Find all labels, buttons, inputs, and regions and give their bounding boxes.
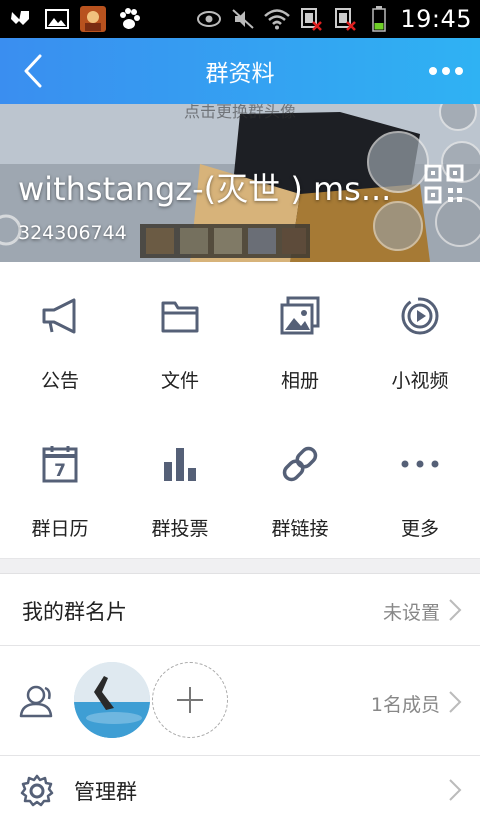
more-options-button[interactable] bbox=[418, 46, 474, 96]
my-group-card-label: 我的群名片 bbox=[22, 600, 127, 624]
group-link-button[interactable]: 群链接 bbox=[240, 410, 360, 558]
member-avatar[interactable] bbox=[74, 662, 150, 738]
sim2-no-signal-icon bbox=[332, 8, 358, 31]
link-icon bbox=[278, 442, 322, 486]
short-video-button[interactable]: 小视频 bbox=[360, 262, 480, 410]
plus-icon bbox=[177, 687, 203, 713]
sim1-no-signal-icon bbox=[298, 8, 324, 31]
mute-icon bbox=[230, 8, 256, 30]
group-vote-label: 群投票 bbox=[151, 518, 209, 540]
qr-code-button[interactable] bbox=[424, 164, 464, 204]
manage-group-label: 管理群 bbox=[74, 780, 137, 804]
section-divider bbox=[0, 558, 480, 574]
album-button[interactable]: 相册 bbox=[240, 262, 360, 410]
group-header[interactable]: 点击更换群头像 withstangz-(灭世 ) ms... 324306744 bbox=[0, 104, 480, 262]
my-group-card-row[interactable]: 我的群名片 未设置 bbox=[0, 574, 480, 646]
members-icon bbox=[19, 685, 53, 718]
clock: 19:45 bbox=[400, 5, 472, 33]
member-count: 1名成员 bbox=[370, 694, 440, 716]
files-label: 文件 bbox=[160, 370, 199, 392]
tools-icon bbox=[8, 8, 34, 30]
folder-icon bbox=[158, 294, 202, 338]
title-bar: 群资料 bbox=[0, 38, 480, 104]
group-calendar-label: 群日历 bbox=[31, 518, 89, 540]
more-dots-icon bbox=[398, 442, 442, 486]
member-avatar-image bbox=[74, 662, 150, 738]
eye-icon bbox=[196, 8, 222, 30]
my-group-card-value: 未设置 bbox=[382, 602, 440, 624]
group-link-label: 群链接 bbox=[271, 518, 329, 540]
page-title: 群资料 bbox=[205, 61, 275, 87]
chevron-right-icon bbox=[449, 779, 462, 801]
album-label: 相册 bbox=[280, 370, 319, 392]
battery-icon bbox=[366, 6, 392, 32]
vote-chart-icon bbox=[158, 442, 202, 486]
megaphone-icon bbox=[38, 294, 82, 338]
back-button[interactable] bbox=[8, 46, 58, 96]
image-icon bbox=[44, 8, 70, 30]
back-arrow-icon bbox=[24, 54, 42, 88]
more-dots-icon bbox=[429, 67, 463, 75]
status-bar: 19:45 bbox=[0, 0, 480, 38]
short-video-label: 小视频 bbox=[391, 370, 449, 392]
add-member-button[interactable] bbox=[152, 662, 228, 738]
group-calendar-button[interactable]: 7 群日历 bbox=[0, 410, 120, 558]
game-app-icon bbox=[80, 6, 106, 32]
calendar-icon: 7 bbox=[38, 442, 82, 486]
more-functions-label: 更多 bbox=[400, 518, 439, 540]
wifi-icon bbox=[264, 8, 291, 30]
group-vote-button[interactable]: 群投票 bbox=[120, 410, 240, 558]
baidu-paw-icon bbox=[116, 8, 142, 30]
more-functions-button[interactable]: 更多 bbox=[360, 410, 480, 558]
files-button[interactable]: 文件 bbox=[120, 262, 240, 410]
members-row[interactable]: 1名成员 bbox=[0, 646, 480, 756]
video-play-icon bbox=[398, 294, 442, 338]
announcement-label: 公告 bbox=[40, 370, 79, 392]
chevron-right-icon bbox=[449, 599, 462, 621]
group-name: withstangz-(灭世 ) ms... bbox=[18, 170, 392, 208]
manage-group-row[interactable]: 管理群 bbox=[0, 756, 480, 816]
change-avatar-hint: 点击更换群头像 bbox=[183, 104, 296, 121]
announcement-button[interactable]: 公告 bbox=[0, 262, 120, 410]
gear-icon bbox=[20, 774, 54, 807]
group-id: 324306744 bbox=[18, 222, 127, 244]
qr-code-icon bbox=[424, 164, 464, 204]
chevron-right-icon bbox=[449, 691, 462, 713]
album-icon bbox=[278, 294, 322, 338]
svg-text:7: 7 bbox=[54, 461, 66, 481]
function-grid: 公告 文件 相册 小视频 7 群日历 群投票 群链接 更多 bbox=[0, 262, 480, 558]
